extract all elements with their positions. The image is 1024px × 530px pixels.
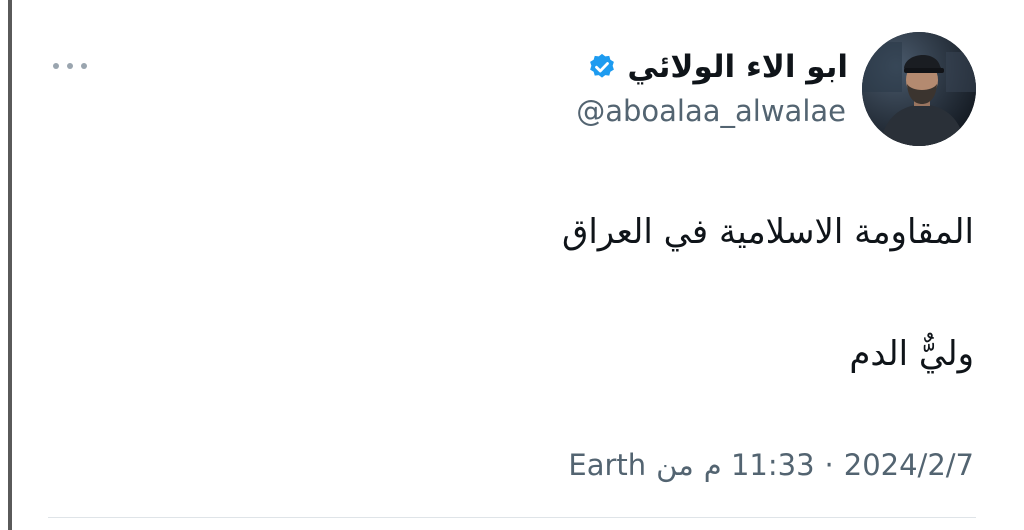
more-options-button[interactable] [50,56,90,76]
meta-separator: · [824,448,834,482]
profile-photo-man-icon [862,32,976,146]
tweet-time: 11:33 م [703,448,815,482]
author-display-name[interactable]: ابو الاء الولائي [627,49,848,85]
tweet-text-line: وليٌّ الدم [849,334,974,374]
tweet-date: 2024/2/7 [843,448,974,482]
author-name-row[interactable]: ابو الاء الولائي [587,44,848,90]
tweet-source: Earth [568,448,647,482]
left-edge-rule [8,0,12,530]
author-handle[interactable]: @aboalaa_alwalae [576,94,846,128]
source-prefix: من [656,448,694,482]
tweet-text-line: المقاومة الاسلامية في العراق [561,212,974,252]
verified-badge-icon [590,53,615,78]
avatar[interactable] [862,32,976,146]
more-horizontal-icon [53,63,87,69]
tweet-timestamp[interactable]: 2024/2/7 · 11:33 م من Earth [568,448,974,482]
divider [48,517,976,518]
